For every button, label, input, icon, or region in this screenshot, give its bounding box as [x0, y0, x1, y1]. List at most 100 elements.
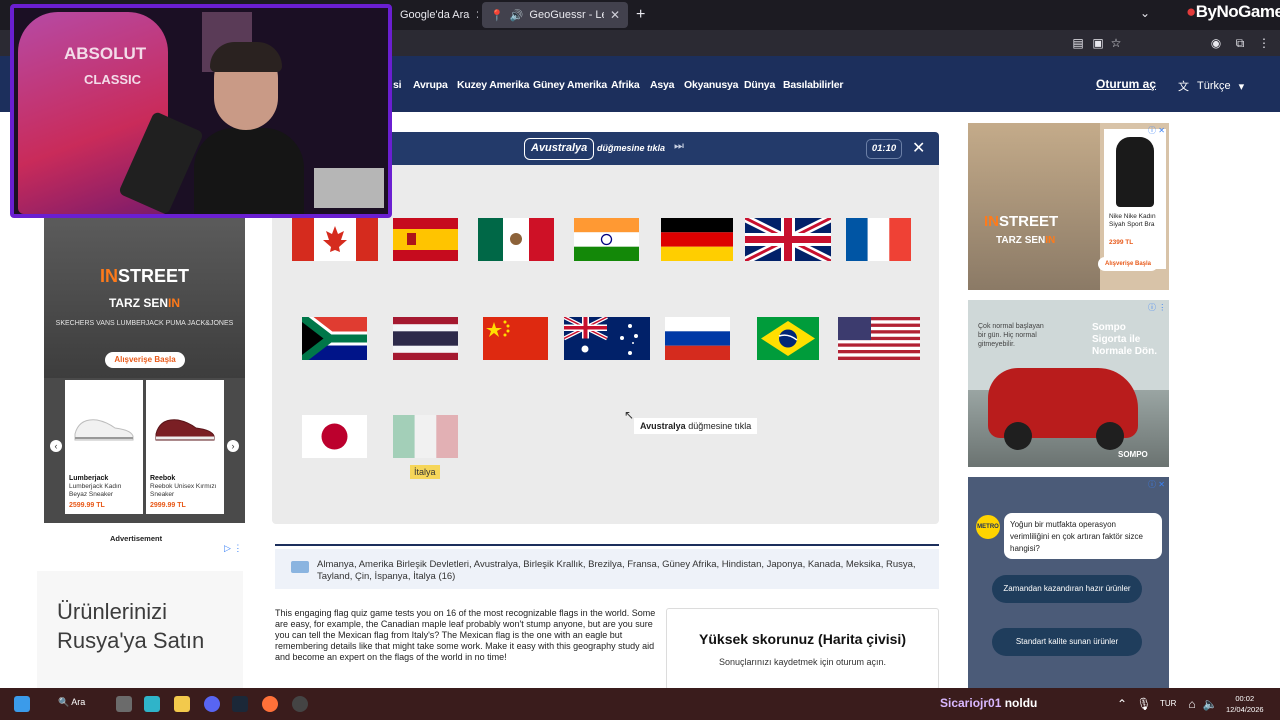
product-price: 2599.99 TL	[69, 502, 105, 509]
high-score-title: Yüksek skorunuz (Harita çivisi)	[699, 631, 906, 647]
copilot-icon[interactable]	[144, 696, 160, 712]
caret-down-icon: ▾	[1238, 80, 1245, 93]
skip-icon[interactable]: ⏭	[674, 140, 684, 153]
prompt-text: düğmesine tıkla	[597, 143, 666, 153]
volume-icon[interactable]: 🔈	[1202, 696, 1218, 712]
flag-south-africa[interactable]	[302, 317, 367, 360]
language-select[interactable]: 文 Türkçe ▾	[1178, 78, 1244, 94]
ad-option-button[interactable]: Zamandan kazandıran hazır ürünler	[992, 575, 1142, 603]
menu-item-printables[interactable]: Basılabilirler	[783, 79, 843, 91]
close-tab-icon[interactable]: ✕	[475, 8, 478, 22]
ad-choices-icon[interactable]: ⓘ ✕	[1148, 125, 1165, 136]
game-description: This engaging flag quiz game tests you o…	[275, 608, 656, 662]
wheel-image	[1096, 422, 1124, 450]
menu-item-africa[interactable]: Afrika	[611, 79, 640, 91]
close-tab-icon[interactable]: ✕	[610, 8, 620, 22]
left-ad-banner[interactable]: INSTREET TARZ SENIN SKECHERS VANS LUMBER…	[44, 218, 245, 523]
login-link[interactable]: Oturum aç	[1096, 77, 1156, 91]
ad-shop-button[interactable]: Alışverişe Başla	[105, 352, 185, 368]
high-score-subtitle[interactable]: Sonuçlarınızı kaydetmek için oturum açın…	[667, 657, 938, 667]
flag-united-states[interactable]	[838, 317, 920, 360]
input-language[interactable]: TUR	[1160, 699, 1176, 708]
ad-option-button[interactable]: Standart kalite sunan ürünler	[992, 628, 1142, 656]
close-icon[interactable]: ✕	[912, 138, 925, 158]
flag-russia[interactable]	[665, 317, 730, 360]
ad-headline: Ürünlerinizi Rusya'ya Satın	[57, 599, 205, 653]
discord-icon[interactable]	[204, 696, 220, 712]
menu-item-oceania[interactable]: Okyanusya	[684, 79, 738, 91]
flag-australia[interactable]	[564, 317, 650, 360]
bookmark-star-icon[interactable]: ☆	[1108, 35, 1124, 51]
flag-india[interactable]	[574, 218, 639, 261]
menu-item-asia[interactable]: Asya	[650, 79, 675, 91]
flag-italy[interactable]	[393, 415, 458, 458]
flag-japan[interactable]	[302, 415, 367, 458]
chat-username: Sicariojr01	[940, 696, 1002, 710]
new-tab-button[interactable]: +	[636, 6, 645, 24]
ad-product-card[interactable]: Lumberjack Lumberjack Kadın Beyaz Sneake…	[65, 380, 143, 514]
streamer-webcam: ABSOLUT CLASSIC	[10, 4, 392, 218]
firefox-icon[interactable]	[262, 696, 278, 712]
task-view-icon[interactable]	[116, 696, 132, 712]
menu-item-north-america[interactable]: Kuzey Amerika	[457, 79, 529, 91]
flag-mexico[interactable]	[478, 218, 554, 261]
menu-icon[interactable]: ⋮	[1256, 35, 1272, 51]
flag-united-kingdom[interactable]	[745, 218, 831, 261]
flag-spain[interactable]	[393, 218, 458, 261]
screenshot-icon[interactable]: ▣	[1090, 35, 1106, 51]
microphone-icon[interactable]: 🎙	[1136, 696, 1152, 712]
right-ad-instreet[interactable]: INSTREET TARZ SENIN Nike Nike Kadın Siya…	[968, 123, 1169, 290]
wall-art-text: ABSOLUT	[64, 44, 147, 63]
chevron-down-icon[interactable]: ⌄	[1140, 6, 1150, 20]
right-ad-metro[interactable]: METRO Yoğun bir mutfakta operasyon verim…	[968, 477, 1169, 688]
network-icon[interactable]: ⌂	[1184, 696, 1200, 712]
ad-small-text: Çok normal başlayan bir gün. Hiç normal …	[978, 323, 1044, 348]
flag-thailand[interactable]	[393, 317, 458, 360]
export-ad-banner[interactable]: Ürünlerinizi Rusya'ya Satın	[37, 571, 243, 691]
ad-question-bubble: Yoğun bir mutfakta operasyon verimliliği…	[1004, 513, 1162, 559]
speaker-icon[interactable]: 🔊	[510, 9, 524, 22]
flag-france[interactable]	[846, 218, 911, 261]
channel-brand-logo: ●ByNoGame	[1186, 2, 1280, 21]
ad-choices-icon[interactable]: ⓘ ✕	[1148, 479, 1165, 490]
person-hair	[210, 42, 282, 72]
metro-logo: METRO	[976, 515, 1000, 539]
ad-shop-button[interactable]: Alışverişe Başla	[1098, 257, 1158, 271]
flag-brazil[interactable]	[757, 317, 819, 360]
flag-china[interactable]	[483, 317, 548, 360]
account-icon[interactable]: ◉	[1208, 35, 1224, 51]
steam-icon[interactable]	[232, 696, 248, 712]
file-explorer-icon[interactable]	[174, 696, 190, 712]
menu-item-europe[interactable]: Avrupa	[413, 79, 448, 91]
answers-list: Almanya, Amerika Birleşik Devletleri, Av…	[317, 559, 916, 582]
ad-product-card[interactable]: Reebok Reebok Unisex Kırmızı Sneaker 299…	[146, 380, 224, 514]
ad-tagline: TARZ SENIN	[996, 235, 1056, 246]
menu-item-world[interactable]: Dünya	[744, 79, 775, 91]
system-clock[interactable]: 00:02 12/04/2026	[1226, 693, 1264, 715]
carousel-next-icon[interactable]: ›	[227, 440, 239, 452]
tab-google-search[interactable]: Google'da Ara ✕	[392, 2, 478, 28]
windows-start-icon[interactable]	[14, 696, 30, 712]
product-brand: Lumberjack	[69, 475, 109, 482]
reader-view-icon[interactable]: ▤	[1070, 35, 1086, 51]
right-ad-sompo[interactable]: Çok normal başlayan bir gün. Hiç normal …	[968, 300, 1169, 467]
translate-icon: 文	[1178, 81, 1189, 93]
chevron-up-icon[interactable]: ⌃	[1114, 696, 1130, 712]
flag-germany[interactable]	[661, 218, 733, 261]
product-name: Lumberjack Kadın Beyaz Sneaker	[69, 483, 122, 498]
obs-icon[interactable]	[292, 696, 308, 712]
ad-instreet-logo: INSTREET	[99, 266, 189, 286]
ad-choices-icon[interactable]: ▷ ⋮	[224, 543, 242, 554]
ad-choices-icon[interactable]: ⓘ ⋮	[1148, 302, 1166, 313]
product-name: Nike Nike Kadın Siyah Sport Bra	[1109, 213, 1156, 228]
tab-geoguessr[interactable]: 📍 🔊 GeoGuessr - Let's explore th ✕	[482, 2, 628, 28]
ad-product-card[interactable]: Nike Nike Kadın Siyah Sport Bra 2399 TL	[1104, 129, 1166, 269]
carousel-prev-icon[interactable]: ‹	[50, 440, 62, 452]
flag-canada[interactable]	[292, 218, 378, 261]
menu-item-partial[interactable]: si	[393, 79, 402, 91]
menu-item-south-america[interactable]: Güney Amerika	[533, 79, 607, 91]
extensions-icon[interactable]: ⧉	[1232, 35, 1248, 51]
taskbar-search[interactable]: 🔍 Ara	[58, 697, 85, 708]
streamer-person	[194, 42, 304, 214]
tab-label: GeoGuessr - Let's explore th	[529, 9, 604, 21]
